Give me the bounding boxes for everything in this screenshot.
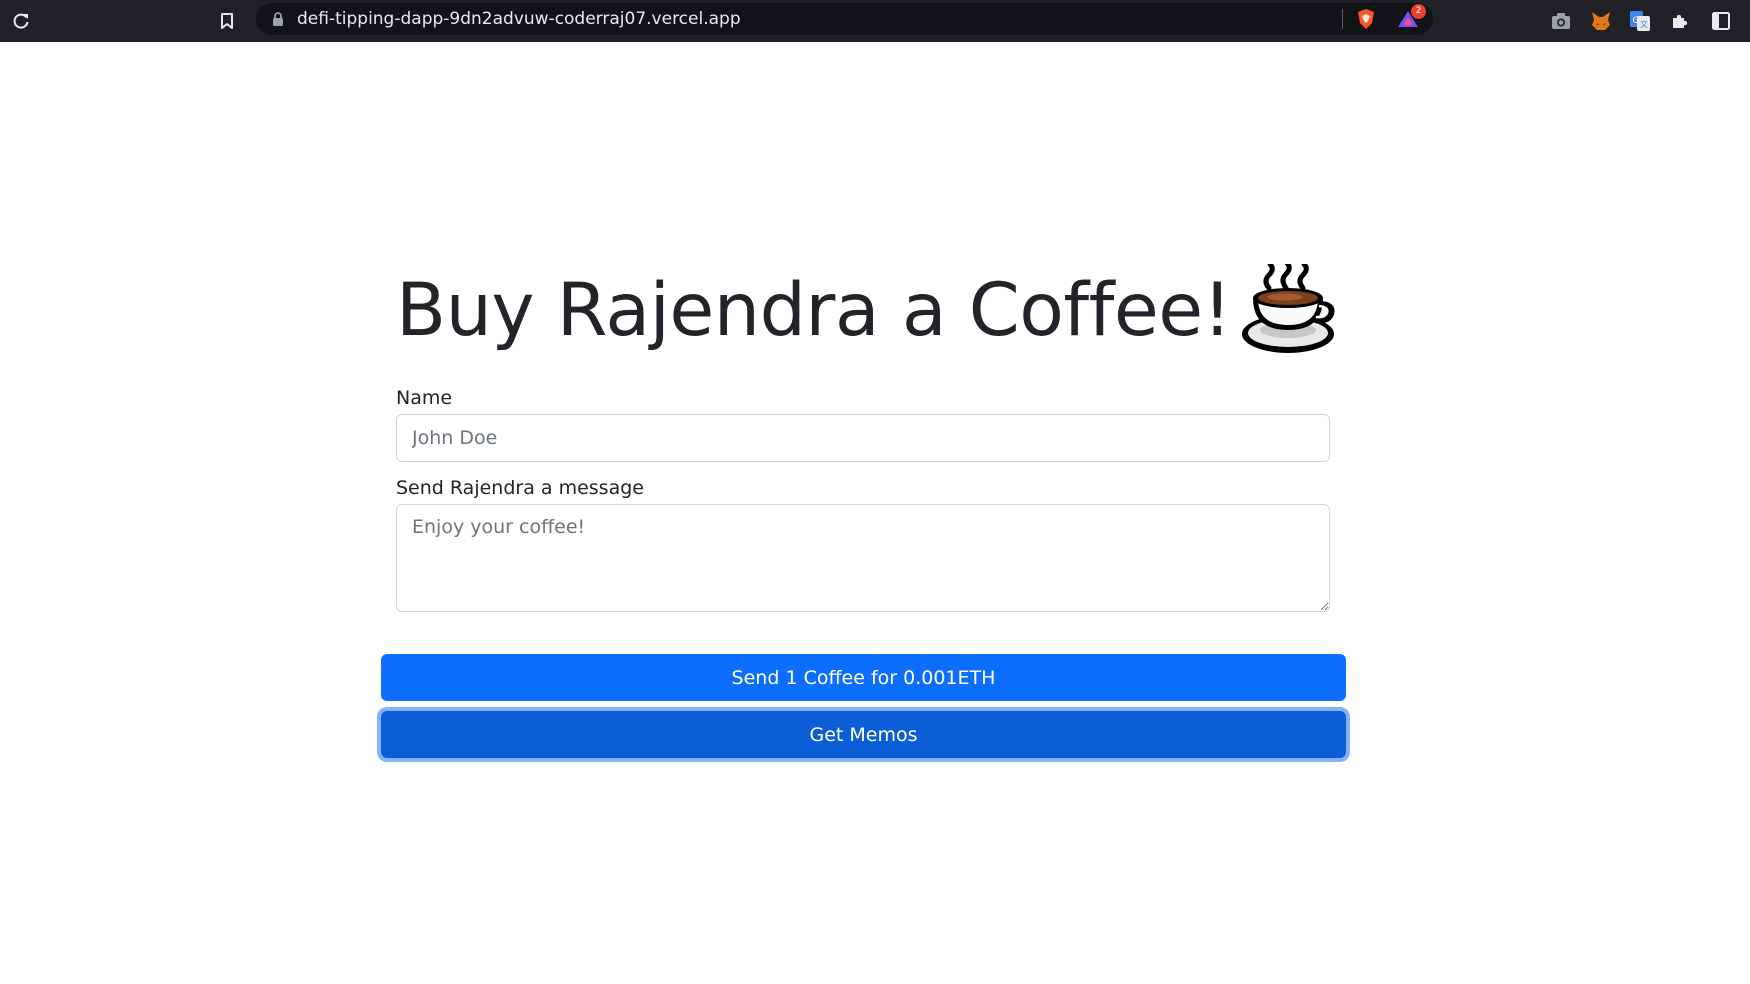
lock-icon[interactable] [270,11,286,27]
svg-text:G: G [1633,16,1640,26]
get-memos-button[interactable]: Get Memos [381,711,1346,758]
name-label: Name [396,387,453,409]
brave-rewards-icon[interactable]: 2 [1396,4,1426,31]
message-label: Send Rajendra a message [396,477,644,499]
address-bar-divider [1342,9,1343,29]
coffee-cup-emoji-icon [1239,260,1337,356]
address-bar[interactable]: defi-tipping-dapp-9dn2advuw-coderraj07.v… [256,3,1433,35]
page-title-text: Buy Rajendra a Coffee! [396,267,1232,353]
metamask-icon[interactable] [1589,9,1613,33]
send-coffee-button[interactable]: Send 1 Coffee for 0.001ETH [381,654,1346,701]
sidebar-icon[interactable] [1709,9,1733,33]
bookmark-icon[interactable] [215,9,239,33]
svg-text:文: 文 [1640,19,1648,29]
brave-shield-icon[interactable] [1354,7,1378,31]
browser-toolbar: defi-tipping-dapp-9dn2advuw-coderraj07.v… [0,0,1750,42]
page-title: Buy Rajendra a Coffee! [396,260,1337,360]
extensions-icon[interactable] [1668,9,1692,33]
url-text[interactable]: defi-tipping-dapp-9dn2advuw-coderraj07.v… [297,3,741,35]
camera-icon[interactable] [1549,9,1573,33]
alerts-badge: 2 [1411,4,1426,19]
google-translate-icon[interactable]: G文 [1628,9,1652,33]
message-textarea[interactable] [396,504,1330,612]
name-input[interactable] [396,414,1330,462]
reload-icon[interactable] [9,9,33,33]
